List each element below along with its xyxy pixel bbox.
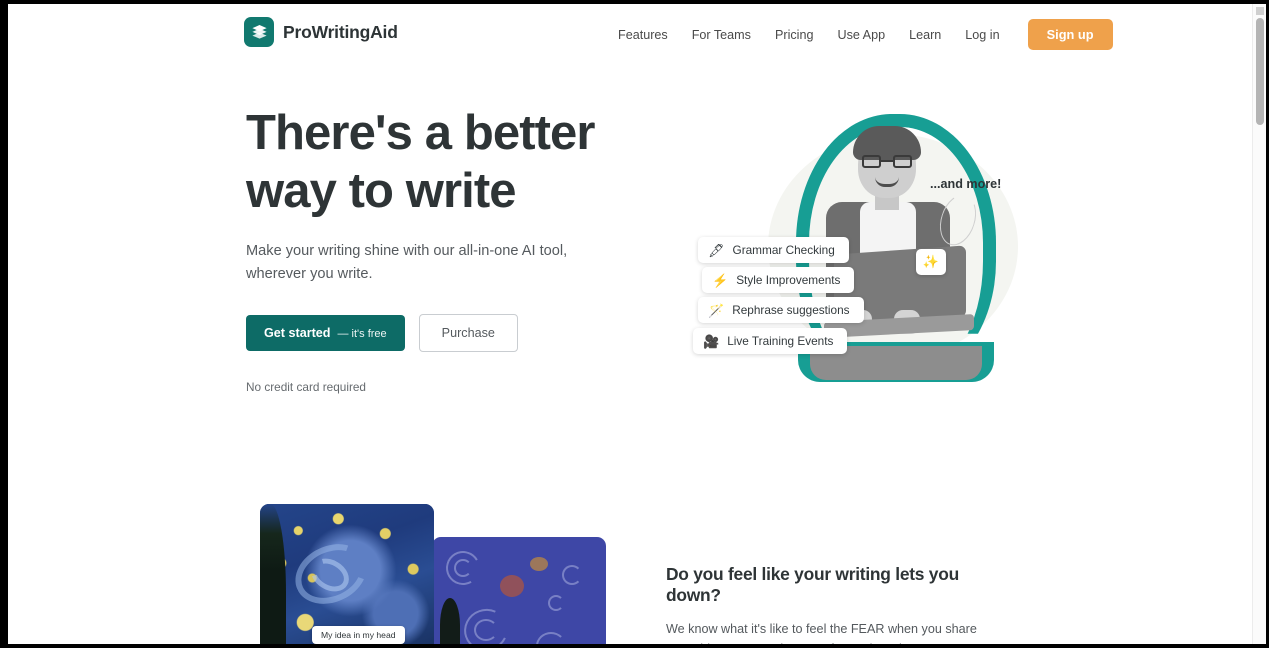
browser-viewport: ProWritingAid Features For Teams Pricing… [8,4,1266,644]
starry-caption: My idea in my head [312,626,405,644]
blob-shape [500,575,524,597]
magic-wand-icon: 🪄 [708,302,725,318]
section-title: Do you feel like your writing lets you d… [666,564,959,605]
blue-board-illustration [432,537,606,644]
get-started-sublabel: — it's free [337,328,387,340]
section-writing-lets-you-down: Do you feel like your writing lets you d… [666,564,1016,644]
site-header: ProWritingAid Features For Teams Pricing… [8,4,1259,61]
main-navigation: Features For Teams Pricing Use App Learn… [606,19,1113,50]
page-title: There's a better way to write [246,104,606,220]
section-body: We know what it's like to feel the FEAR … [666,622,995,644]
spiral-shape [562,565,582,585]
hero-illustration: ...and more! ✨ 🖋 Grammar Checking ⚡ Styl… [668,94,1038,394]
feature-chip-label: Grammar Checking [732,243,835,257]
hero-text-block: There's a better way to write Make your … [246,104,606,394]
feature-chip-label: Rephrase suggestions [732,303,850,317]
feature-chip-grammar-checking: 🖋 Grammar Checking [698,237,849,263]
lightning-bolt-icon: ⚡ [712,272,729,288]
feature-chip-live-training-events: 🎥 Live Training Events [693,328,848,354]
scroll-up-button[interactable] [1256,7,1264,15]
feature-chip-style-improvements: ⚡ Style Improvements [702,267,855,293]
get-started-label: Get started [264,326,331,340]
page-canvas: ProWritingAid Features For Teams Pricing… [8,4,1259,644]
nav-item-for-teams[interactable]: For Teams [680,22,763,48]
vertical-scrollbar[interactable] [1252,4,1266,644]
purchase-button[interactable]: Purchase [418,314,518,352]
nav-item-use-app[interactable]: Use App [825,22,897,48]
blob-shape [530,557,548,571]
feather-pen-icon: 🖋 [708,242,725,258]
nav-item-log-in[interactable]: Log in [953,22,1011,48]
spiral-shape [548,595,564,611]
cypress-shape [440,598,460,644]
sign-up-button[interactable]: Sign up [1027,19,1113,50]
hero-title-line-1: There's a better [246,106,595,160]
feature-chip-label: Live Training Events [727,334,834,348]
hero-title-line-2: way to write [246,164,517,218]
spiral-shape [536,632,566,644]
book-stack-icon [244,17,274,47]
and-more-annotation: ...and more! [930,177,1002,191]
feature-chip-label: Style Improvements [736,273,841,287]
brand-logo[interactable]: ProWritingAid [244,17,398,47]
scrollbar-thumb[interactable] [1256,18,1264,125]
sparkle-icon: ✨ [916,249,946,275]
nav-item-features[interactable]: Features [606,22,680,48]
get-started-button[interactable]: Get started — it's free [246,315,405,351]
nav-item-pricing[interactable]: Pricing [763,22,826,48]
nav-item-learn[interactable]: Learn [897,22,953,48]
hero-cta-group: Get started — it's free Purchase [246,314,606,352]
feature-chip-rephrase-suggestions: 🪄 Rephrase suggestions [698,297,864,323]
spiral-shape [454,559,472,577]
spiral-shape [474,619,498,641]
glasses-icon [862,155,912,168]
brand-name: ProWritingAid [283,21,398,42]
movie-camera-icon: 🎥 [703,333,720,349]
hero-subtitle: Make your writing shine with our all-in-… [246,243,568,282]
no-credit-card-note: No credit card required [246,380,366,394]
starry-night-illustration: My idea in my head [260,504,434,644]
